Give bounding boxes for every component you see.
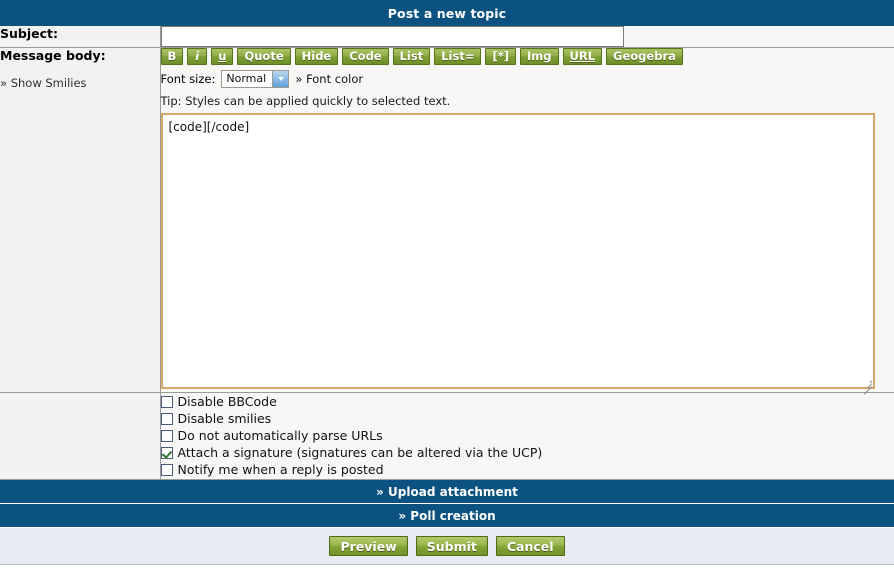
post-form-table: Subject: Message body: » Show Smilies B … <box>0 26 894 480</box>
options-label-cell <box>0 392 161 480</box>
option-label: Do not automatically parse URLs <box>177 428 383 443</box>
form-footer: Preview Submit Cancel <box>0 528 894 565</box>
subject-label-cell: Subject: <box>0 26 161 48</box>
bbcode-hide-button[interactable]: Hide <box>294 48 339 65</box>
subject-field-cell <box>160 26 894 48</box>
cancel-button[interactable]: Cancel <box>495 536 565 556</box>
preview-button[interactable]: Preview <box>329 536 408 556</box>
page-bottom-spacer <box>0 565 894 571</box>
message-field-cell: B i u Quote Hide Code List List= [*] Img… <box>160 47 894 395</box>
message-label-cell: Message body: » Show Smilies <box>0 47 161 393</box>
bbcode-quote-button[interactable]: Quote <box>237 48 291 65</box>
option-label: Disable smilies <box>177 411 272 426</box>
option-disable-bbcode[interactable]: Disable BBCode <box>160 393 894 410</box>
option-disable-smilies[interactable]: Disable smilies <box>160 410 894 427</box>
bbcode-bold-button[interactable]: B <box>160 48 184 65</box>
message-body-textarea[interactable]: [code][/code] <box>160 113 875 389</box>
font-size-select[interactable]: Normal <box>221 70 290 88</box>
bbcode-list-ordered-button[interactable]: List= <box>434 48 482 65</box>
bbcode-geogebra-button[interactable]: Geogebra <box>606 48 683 65</box>
message-textarea-wrapper: [code][/code] <box>160 113 875 395</box>
bbcode-url-button[interactable]: URL <box>562 48 603 65</box>
post-new-topic-page: Post a new topic Subject: Message body: … <box>0 0 894 586</box>
font-size-label: Font size: <box>160 72 216 86</box>
font-controls-row: Font size: Normal » Font color <box>161 70 894 88</box>
checkbox-no-parse-urls[interactable] <box>160 429 173 442</box>
options-cell: Disable BBCode Disable smilies Do not au… <box>160 392 894 480</box>
option-no-parse-urls[interactable]: Do not automatically parse URLs <box>160 427 894 444</box>
checkbox-disable-smilies[interactable] <box>160 412 173 425</box>
subject-input[interactable] <box>160 26 624 47</box>
bbcode-list-button[interactable]: List <box>392 48 431 65</box>
poll-creation-bar[interactable]: » Poll creation <box>0 504 894 528</box>
bbcode-code-button[interactable]: Code <box>342 48 389 65</box>
checkbox-attach-signature[interactable] <box>160 446 173 459</box>
bbcode-list-item-button[interactable]: [*] <box>485 48 517 65</box>
chevron-down-icon <box>272 71 289 87</box>
page-title: Post a new topic <box>0 0 894 26</box>
options-row: Disable BBCode Disable smilies Do not au… <box>0 392 894 480</box>
upload-attachment-bar[interactable]: » Upload attachment <box>0 480 894 504</box>
bbcode-underline-button[interactable]: u <box>211 48 234 65</box>
submit-button[interactable]: Submit <box>415 536 488 556</box>
bbcode-img-button[interactable]: Img <box>520 48 559 65</box>
checkbox-notify-reply[interactable] <box>160 463 173 476</box>
option-attach-signature[interactable]: Attach a signature (signatures can be al… <box>160 444 894 461</box>
option-notify-reply[interactable]: Notify me when a reply is posted <box>160 461 894 478</box>
font-size-value: Normal <box>226 72 267 85</box>
option-label: Notify me when a reply is posted <box>177 462 384 477</box>
option-label: Attach a signature (signatures can be al… <box>177 445 543 460</box>
checkbox-disable-bbcode[interactable] <box>160 395 173 408</box>
message-row: Message body: » Show Smilies B i u Quote… <box>0 47 894 395</box>
subject-row: Subject: <box>0 26 894 48</box>
styles-tip: Tip: Styles can be applied quickly to se… <box>160 94 451 108</box>
bbcode-italic-button[interactable]: i <box>187 48 208 65</box>
message-body-label: Message body: <box>0 48 106 63</box>
font-color-link[interactable]: » Font color <box>295 71 363 87</box>
subject-label: Subject: <box>0 26 58 41</box>
bbcode-toolbar: B i u Quote Hide Code List List= [*] Img… <box>160 48 894 65</box>
option-label: Disable BBCode <box>177 394 277 409</box>
show-smilies-link[interactable]: » Show Smilies <box>0 76 160 90</box>
